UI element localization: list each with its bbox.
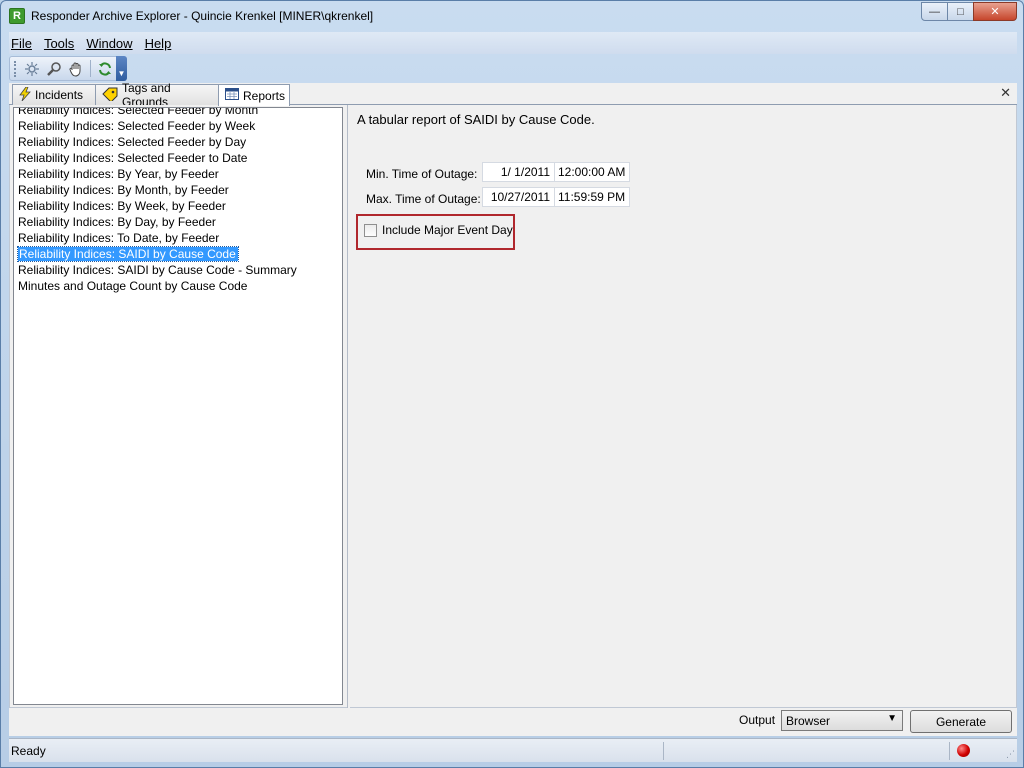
list-item-label: Reliability Indices: SAIDI by Cause Code… [18, 263, 297, 277]
max-time-field[interactable]: 11:59:59 PM [555, 188, 625, 206]
generate-button-label: Generate [935, 714, 987, 729]
tab-tags-and-grounds[interactable]: Tags and Grounds [95, 81, 220, 109]
list-item-label: Minutes and Outage Count by Cause Code [18, 279, 248, 293]
toolbar-separator [90, 60, 91, 77]
lightning-icon [19, 86, 31, 104]
splitter[interactable] [347, 105, 350, 708]
reports-list[interactable]: Reliability Indices: Selected Feeder by … [13, 107, 343, 705]
generate-button[interactable]: Generate [910, 710, 1012, 733]
max-time-label: Max. Time of Outage: [366, 192, 481, 206]
max-date-field[interactable]: 10/27/2011 [483, 188, 555, 206]
min-time-label: Min. Time of Outage: [366, 167, 478, 181]
menu-tools-label: Tools [43, 35, 75, 51]
major-event-highlight: Include Major Event Day [356, 214, 515, 250]
list-item-label: Reliability Indices: Selected Feeder by … [18, 119, 256, 133]
list-item[interactable]: Reliability Indices: Selected Feeder by … [17, 118, 337, 134]
toolbar-overflow-button[interactable]: ▼ [116, 56, 127, 81]
zoom-icon[interactable] [43, 59, 65, 79]
list-item[interactable]: Reliability Indices: To Date, by Feeder [17, 230, 337, 246]
list-item[interactable]: Reliability Indices: SAIDI by Cause Code… [17, 262, 337, 278]
list-item[interactable]: Reliability Indices: Selected Feeder to … [17, 150, 337, 166]
status-separator [949, 742, 950, 760]
list-item[interactable]: Reliability Indices: By Day, by Feeder [17, 214, 337, 230]
list-item-label: Reliability Indices: By Year, by Feeder [18, 167, 219, 181]
window-title: Responder Archive Explorer - Quincie Kre… [31, 9, 374, 23]
list-item[interactable]: Reliability Indices: By Month, by Feeder [17, 182, 337, 198]
list-item-label: Reliability Indices: To Date, by Feeder [18, 231, 220, 245]
tab-incidents[interactable]: Incidents [12, 84, 96, 105]
list-item-label: Reliability Indices: Selected Feeder by … [18, 135, 247, 149]
menu-file[interactable]: File [11, 36, 38, 51]
status-separator [663, 742, 664, 760]
tab-incidents-label: Incidents [35, 88, 84, 102]
report-description: A tabular report of SAIDI by Cause Code. [357, 112, 595, 127]
output-select[interactable]: Browser ▼ [781, 710, 903, 731]
pan-hand-icon[interactable] [65, 59, 87, 79]
menu-window[interactable]: Window [86, 36, 138, 51]
major-event-checkbox[interactable] [364, 224, 377, 237]
list-item-label: Reliability Indices: By Month, by Feeder [18, 183, 229, 197]
select-icon[interactable] [21, 59, 43, 79]
list-item[interactable]: Reliability Indices: SAIDI by Cause Code [17, 246, 337, 262]
chevron-down-icon[interactable]: ▼ [887, 713, 897, 724]
close-tab-icon[interactable]: ✕ [1000, 85, 1011, 101]
menu-help[interactable]: Help [145, 36, 178, 51]
toolbar: ▼ [9, 56, 127, 81]
list-item-label: Reliability Indices: Selected Feeder by … [18, 107, 259, 117]
status-indicator-icon [957, 744, 970, 757]
list-item[interactable]: Minutes and Outage Count by Cause Code [17, 278, 337, 294]
refresh-icon[interactable] [94, 59, 116, 79]
min-time-field[interactable]: 12:00:00 AM [555, 163, 625, 181]
status-text: Ready [11, 744, 46, 758]
menu-file-label: File [11, 35, 32, 51]
list-item-label: Reliability Indices: By Day, by Feeder [18, 215, 216, 229]
list-item[interactable]: Reliability Indices: Selected Feeder by … [17, 134, 337, 150]
list-item-label: Reliability Indices: SAIDI by Cause Code [17, 246, 239, 262]
min-date-field[interactable]: 1/ 1/2011 [483, 163, 555, 181]
menu-tools[interactable]: Tools [44, 36, 80, 51]
list-item[interactable]: Reliability Indices: Selected Feeder by … [17, 107, 337, 118]
app-icon: R [9, 8, 25, 24]
status-bar: Ready ⋰ [9, 738, 1017, 762]
output-selected-value: Browser [786, 713, 831, 728]
reports-content: Reliability Indices: Selected Feeder by … [9, 105, 1017, 708]
maximize-button[interactable]: □ [947, 2, 974, 21]
main-window: R Responder Archive Explorer - Quincie K… [0, 0, 1024, 768]
list-item[interactable]: Reliability Indices: By Year, by Feeder [17, 166, 337, 182]
min-time-picker[interactable]: 1/ 1/2011 12:00:00 AM [482, 162, 630, 182]
calendar-icon [225, 88, 239, 103]
tab-reports[interactable]: Reports [218, 84, 290, 106]
major-event-label[interactable]: Include Major Event Day [382, 223, 513, 237]
list-item-label: Reliability Indices: Selected Feeder to … [18, 151, 248, 165]
menu-help-label: Help [144, 35, 172, 51]
menu-window-label: Window [86, 35, 133, 51]
toolbar-grip[interactable] [14, 60, 17, 77]
close-window-button[interactable]: ✕ [973, 2, 1017, 21]
output-label: Output [739, 713, 776, 727]
tag-icon [102, 87, 118, 104]
tab-strip: Incidents Tags and Grounds Reports ✕ [9, 81, 1017, 109]
report-options-panel: A tabular report of SAIDI by Cause Code.… [351, 105, 1016, 708]
list-item[interactable]: Reliability Indices: By Week, by Feeder [17, 198, 337, 214]
title-bar: R Responder Archive Explorer - Quincie K… [1, 1, 1023, 31]
output-bar: Output Browser ▼ Generate [9, 708, 1017, 736]
max-time-picker[interactable]: 10/27/2011 11:59:59 PM [482, 187, 630, 207]
menu-bar: File Tools Window Help [9, 32, 1017, 54]
list-item-label: Reliability Indices: By Week, by Feeder [18, 199, 226, 213]
resize-grip-icon[interactable]: ⋰ [1006, 749, 1015, 760]
tab-reports-label: Reports [243, 88, 286, 103]
window-controls: — □ ✕ [921, 2, 1017, 21]
reports-list-items: Reliability Indices: Selected Feeder by … [17, 107, 337, 294]
minimize-button[interactable]: — [921, 2, 948, 21]
